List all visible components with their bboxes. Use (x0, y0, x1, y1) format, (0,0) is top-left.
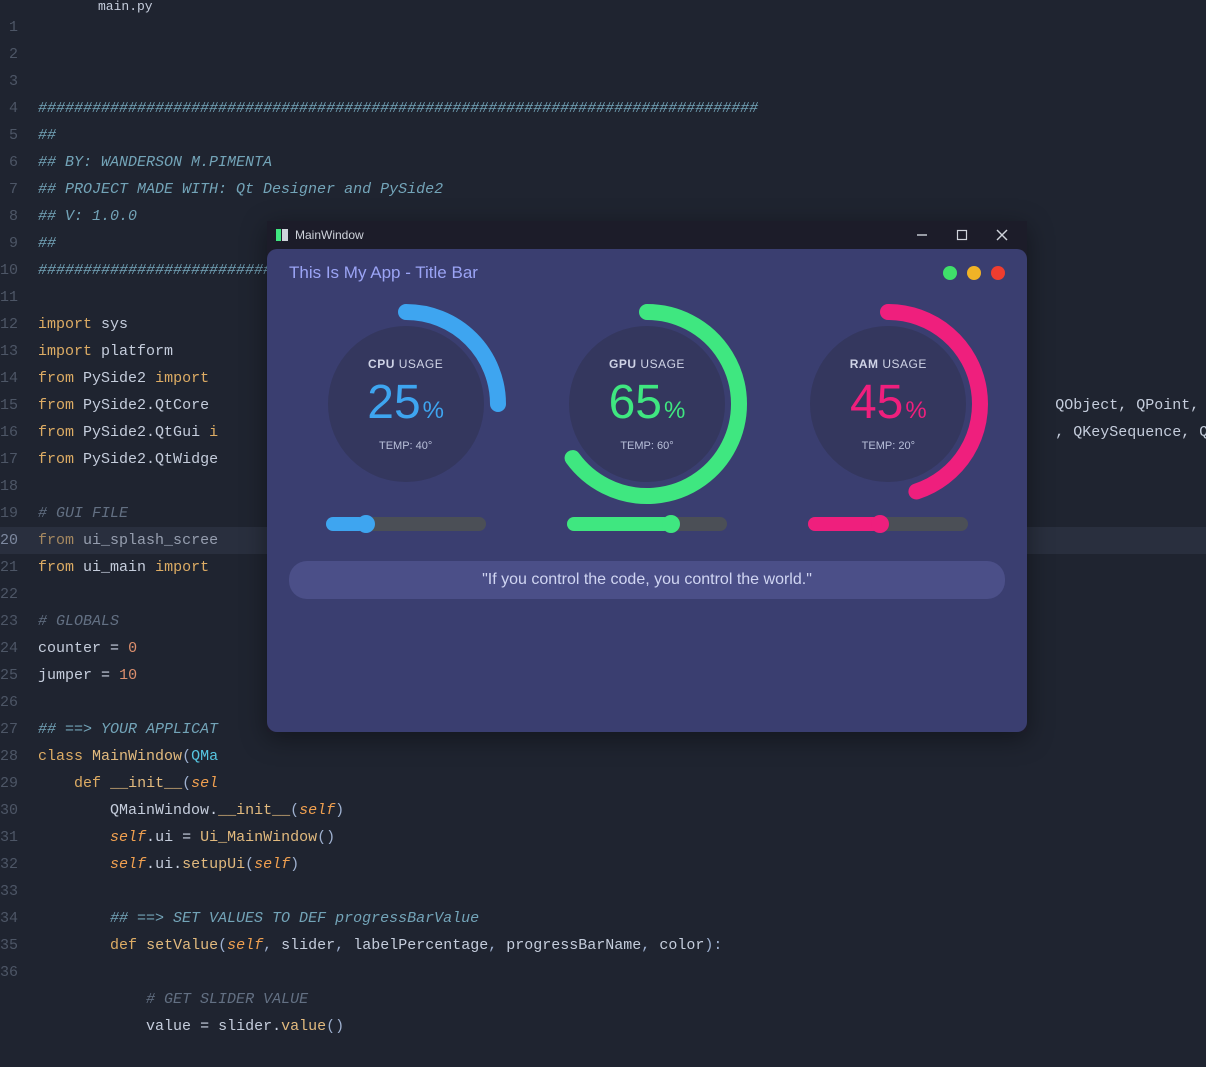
gauges-row: CPU USAGE 25% TEMP: 40° GPU USAGE 65% TE… (267, 289, 1027, 509)
line-number: 15 (0, 392, 18, 419)
line-number: 16 (0, 419, 18, 446)
slider-gpu[interactable] (567, 517, 727, 531)
code-line[interactable]: def setValue(self, slider, labelPercenta… (38, 932, 1206, 959)
slider-thumb[interactable] (662, 515, 680, 533)
line-number: 11 (0, 284, 18, 311)
gauge-label: RAM USAGE (850, 357, 927, 371)
line-number: 17 (0, 446, 18, 473)
line-number: 34 (0, 905, 18, 932)
code-line[interactable]: self.ui.setupUi(self) (38, 851, 1206, 878)
code-line[interactable]: value = slider.value() (38, 1013, 1206, 1040)
slider-fill (567, 517, 671, 531)
line-number: 13 (0, 338, 18, 365)
window-titlebar[interactable]: MainWindow (267, 221, 1027, 249)
code-line[interactable]: ## ==> SET VALUES TO DEF progressBarValu… (38, 905, 1206, 932)
traffic-green-icon[interactable] (943, 266, 957, 280)
window-title: MainWindow (295, 228, 364, 242)
close-button[interactable] (985, 221, 1019, 249)
line-number: 27 (0, 716, 18, 743)
gauge-temp: TEMP: 60° (620, 440, 673, 452)
gauge-face: RAM USAGE 45% TEMP: 20° (810, 326, 966, 482)
gauge-ram: RAM USAGE 45% TEMP: 20° (773, 299, 1003, 509)
line-number: 10 (0, 257, 18, 284)
line-number: 14 (0, 365, 18, 392)
line-number: 3 (0, 68, 18, 95)
line-number: 4 (0, 95, 18, 122)
line-number: 31 (0, 824, 18, 851)
line-number: 21 (0, 554, 18, 581)
gauge-label: CPU USAGE (368, 357, 443, 371)
line-number: 7 (0, 176, 18, 203)
code-line[interactable]: class MainWindow(QMa (38, 743, 1206, 770)
gauge-ring: GPU USAGE 65% TEMP: 60° (542, 299, 752, 509)
file-tab[interactable]: main.py (80, 0, 171, 14)
line-number: 30 (0, 797, 18, 824)
slider-ram[interactable] (808, 517, 968, 531)
line-number: 24 (0, 635, 18, 662)
code-line[interactable]: ## BY: WANDERSON M.PIMENTA (38, 149, 1206, 176)
line-number: 12 (0, 311, 18, 338)
code-line[interactable] (38, 959, 1206, 986)
slider-cpu[interactable] (326, 517, 486, 531)
code-line[interactable]: ## (38, 122, 1206, 149)
code-line[interactable] (38, 1040, 1206, 1067)
line-number: 28 (0, 743, 18, 770)
line-number: 18 (0, 473, 18, 500)
gauge-face: GPU USAGE 65% TEMP: 60° (569, 326, 725, 482)
code-line[interactable]: ########################################… (38, 95, 1206, 122)
slider-thumb[interactable] (357, 515, 375, 533)
line-number: 8 (0, 203, 18, 230)
maximize-button[interactable] (945, 221, 979, 249)
line-number: 22 (0, 581, 18, 608)
gauge-cpu: CPU USAGE 25% TEMP: 40° (291, 299, 521, 509)
gauge-label: GPU USAGE (609, 357, 685, 371)
app-body: This Is My App - Title Bar CPU USAGE 25%… (267, 249, 1027, 732)
slider-fill (808, 517, 880, 531)
code-line[interactable] (38, 878, 1206, 905)
gauge-value: 65% (609, 375, 686, 430)
line-number: 19 (0, 500, 18, 527)
line-number: 26 (0, 689, 18, 716)
code-line[interactable]: def __init__(sel (38, 770, 1206, 797)
line-number: 1 (0, 14, 18, 41)
gauge-ring: RAM USAGE 45% TEMP: 20° (783, 299, 993, 509)
traffic-yellow-icon[interactable] (967, 266, 981, 280)
traffic-lights (943, 266, 1005, 280)
code-line[interactable]: self.ui = Ui_MainWindow() (38, 824, 1206, 851)
quote-banner: "If you control the code, you control th… (289, 561, 1005, 599)
sliders-row (267, 509, 1027, 531)
line-number: 33 (0, 878, 18, 905)
gauge-face: CPU USAGE 25% TEMP: 40° (328, 326, 484, 482)
minimize-button[interactable] (905, 221, 939, 249)
gauge-temp: TEMP: 20° (862, 440, 915, 452)
gauge-value: 45% (850, 375, 927, 430)
editor-tabbar: main.py (0, 0, 1206, 14)
gauge-gpu: GPU USAGE 65% TEMP: 60° (532, 299, 762, 509)
gauge-temp: TEMP: 40° (379, 440, 432, 452)
line-number: 35 (0, 932, 18, 959)
line-number: 32 (0, 851, 18, 878)
line-number: 5 (0, 122, 18, 149)
code-line[interactable]: # GET SLIDER VALUE (38, 986, 1206, 1013)
gauge-value: 25% (367, 375, 444, 430)
line-number: 9 (0, 230, 18, 257)
line-number: 2 (0, 41, 18, 68)
traffic-red-icon[interactable] (991, 266, 1005, 280)
code-line[interactable]: ## PROJECT MADE WITH: Qt Designer and Py… (38, 176, 1206, 203)
app-window: MainWindow This Is My App - Title Bar CP… (267, 221, 1027, 732)
line-number: 25 (0, 662, 18, 689)
line-number: 23 (0, 608, 18, 635)
line-number: 29 (0, 770, 18, 797)
line-number: 6 (0, 149, 18, 176)
slider-thumb[interactable] (871, 515, 889, 533)
line-number: 36 (0, 959, 18, 986)
app-icon (275, 228, 289, 242)
app-title-bar: This Is My App - Title Bar (289, 263, 478, 283)
gauge-ring: CPU USAGE 25% TEMP: 40° (301, 299, 511, 509)
code-line[interactable]: QMainWindow.__init__(self) (38, 797, 1206, 824)
